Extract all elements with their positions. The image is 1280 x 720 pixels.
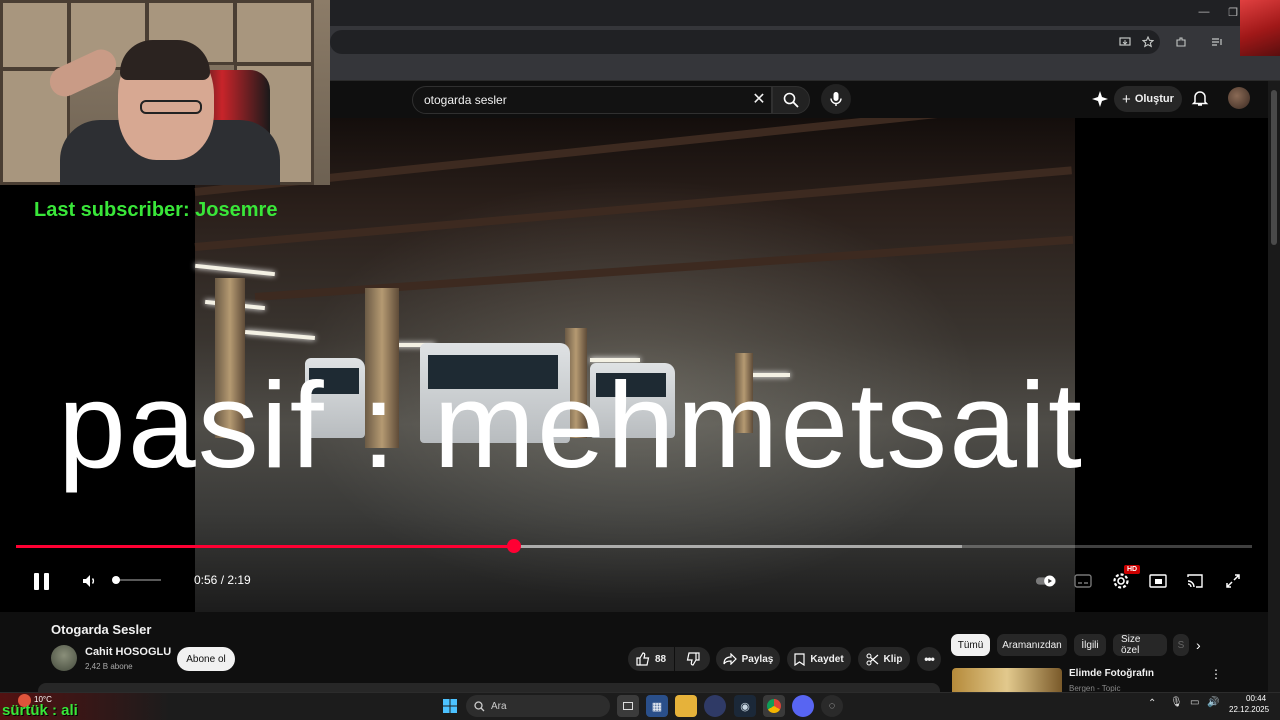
recommendation-title[interactable]: Elimde Fotoğrafın [1069, 668, 1154, 679]
chip-all[interactable]: Tümü [951, 634, 990, 656]
clip-label: Klip [883, 653, 903, 665]
chrome-icon[interactable] [763, 695, 785, 717]
volume-icon[interactable] [80, 571, 100, 591]
time-display: 0:56 / 2:19 [194, 573, 251, 587]
windows-taskbar [0, 692, 1280, 720]
taskbar-search[interactable]: Ara [466, 695, 610, 717]
tray-network-icon[interactable]: ▭ [1190, 697, 1199, 708]
streamer-webcam [0, 0, 330, 185]
plus-icon: + [1122, 90, 1131, 108]
task-view-icon[interactable] [617, 695, 639, 717]
chevron-right-icon[interactable]: › [1196, 637, 1210, 653]
steam-icon[interactable]: ◉ [734, 695, 756, 717]
tray-microphone-icon[interactable]: 🎙 [1170, 697, 1183, 708]
chip-partial[interactable]: S [1173, 634, 1189, 656]
channel-avatar[interactable] [51, 645, 77, 671]
address-bar[interactable] [330, 30, 1160, 54]
share-button[interactable]: Paylaş [716, 647, 780, 671]
discord-icon[interactable] [792, 695, 814, 717]
bookmark-star-icon[interactable] [1137, 31, 1159, 53]
install-app-icon[interactable] [1114, 31, 1136, 53]
last-subscriber-overlay: Last subscriber: Josemre [34, 199, 278, 221]
pause-button[interactable] [28, 568, 54, 594]
file-explorer-icon[interactable] [675, 695, 697, 717]
thumbs-up-icon [636, 652, 650, 666]
search-icon [474, 700, 485, 711]
cast-icon[interactable] [1184, 570, 1206, 592]
save-label: Kaydet [810, 653, 844, 665]
dislike-button[interactable] [675, 647, 710, 671]
chip-related[interactable]: İlgili [1074, 634, 1106, 656]
create-label: Oluştur [1134, 93, 1174, 105]
progress-scrubber[interactable] [507, 539, 521, 553]
volume-slider[interactable] [114, 579, 161, 581]
search-button[interactable] [772, 86, 810, 114]
chip-for-you[interactable]: Size özel [1113, 634, 1167, 656]
voice-search-button[interactable] [821, 84, 851, 114]
subscribe-button[interactable]: Abone ol [177, 647, 235, 671]
chip-from-search[interactable]: Aramanızdan [997, 634, 1067, 656]
like-count: 88 [654, 653, 667, 665]
clear-search-icon[interactable]: ✕ [748, 89, 770, 111]
save-button[interactable]: Kaydet [787, 647, 851, 671]
bookmark-icon [794, 652, 805, 666]
fullscreen-icon[interactable] [1222, 570, 1244, 592]
scrollbar-thumb[interactable] [1271, 90, 1277, 245]
gemini-sparkle-icon[interactable] [1091, 90, 1111, 110]
miniplayer-icon[interactable] [1147, 570, 1169, 592]
app-spinner-icon[interactable]: ◌ [821, 695, 843, 717]
search-icon [783, 92, 799, 108]
microphone-icon [830, 92, 842, 106]
share-label: Paylaş [741, 653, 774, 665]
media-controls-icon[interactable] [1206, 31, 1228, 53]
taskbar-search-placeholder: Ara [491, 700, 507, 712]
tray-volume-icon[interactable]: 🔊 [1207, 697, 1219, 708]
taskbar-clock-date[interactable]: 22.12.2025 [1229, 705, 1269, 714]
scissors-icon [866, 653, 878, 665]
tray-overflow-chevron-icon[interactable]: ⌃ [1148, 698, 1156, 709]
search-query-text: otogarda sesler [424, 93, 507, 107]
taskbar-clock-time[interactable]: 00:44 [1246, 694, 1266, 703]
more-dots-icon: ••• [924, 652, 935, 666]
video-title: Otogarda Sesler [51, 622, 152, 637]
chat-message-overlay: sürtük : ali [2, 702, 78, 719]
notifications-bell-icon[interactable] [1191, 89, 1211, 109]
pause-icon [33, 572, 39, 590]
progress-played [16, 545, 514, 548]
description-box[interactable] [38, 683, 940, 692]
thumbs-down-icon [686, 652, 700, 666]
subtitles-icon[interactable] [1072, 570, 1094, 592]
volume-slider-knob[interactable] [112, 576, 120, 584]
clip-button[interactable]: Klip [858, 647, 910, 671]
account-avatar[interactable] [1228, 87, 1250, 109]
video-overlay-text: pasif : mehmetsait [58, 357, 1084, 493]
channel-subscriber-count: 2,42 B abone [85, 662, 133, 671]
extensions-icon[interactable] [1170, 31, 1192, 53]
hd-badge: HD [1124, 565, 1141, 574]
calculator-app-icon[interactable]: ▦ [646, 695, 668, 717]
autoplay-toggle[interactable] [1035, 570, 1057, 592]
minimize-button[interactable]: — [1195, 6, 1213, 18]
create-button[interactable]: + Oluştur [1114, 86, 1182, 112]
windows-start-icon[interactable] [439, 695, 461, 717]
like-button[interactable]: 88 [628, 647, 674, 671]
search-input[interactable]: otogarda sesler [412, 86, 772, 114]
recommendation-thumbnail[interactable] [952, 668, 1062, 692]
recommendation-menu-icon[interactable]: ⋮ [1210, 667, 1222, 681]
share-arrow-icon [723, 653, 737, 665]
app-shield-icon[interactable] [704, 695, 726, 717]
more-actions-button[interactable]: ••• [917, 647, 941, 671]
channel-name[interactable]: Cahit HOSOGLU [85, 646, 171, 658]
secondary-camera-overlay [1240, 0, 1280, 56]
